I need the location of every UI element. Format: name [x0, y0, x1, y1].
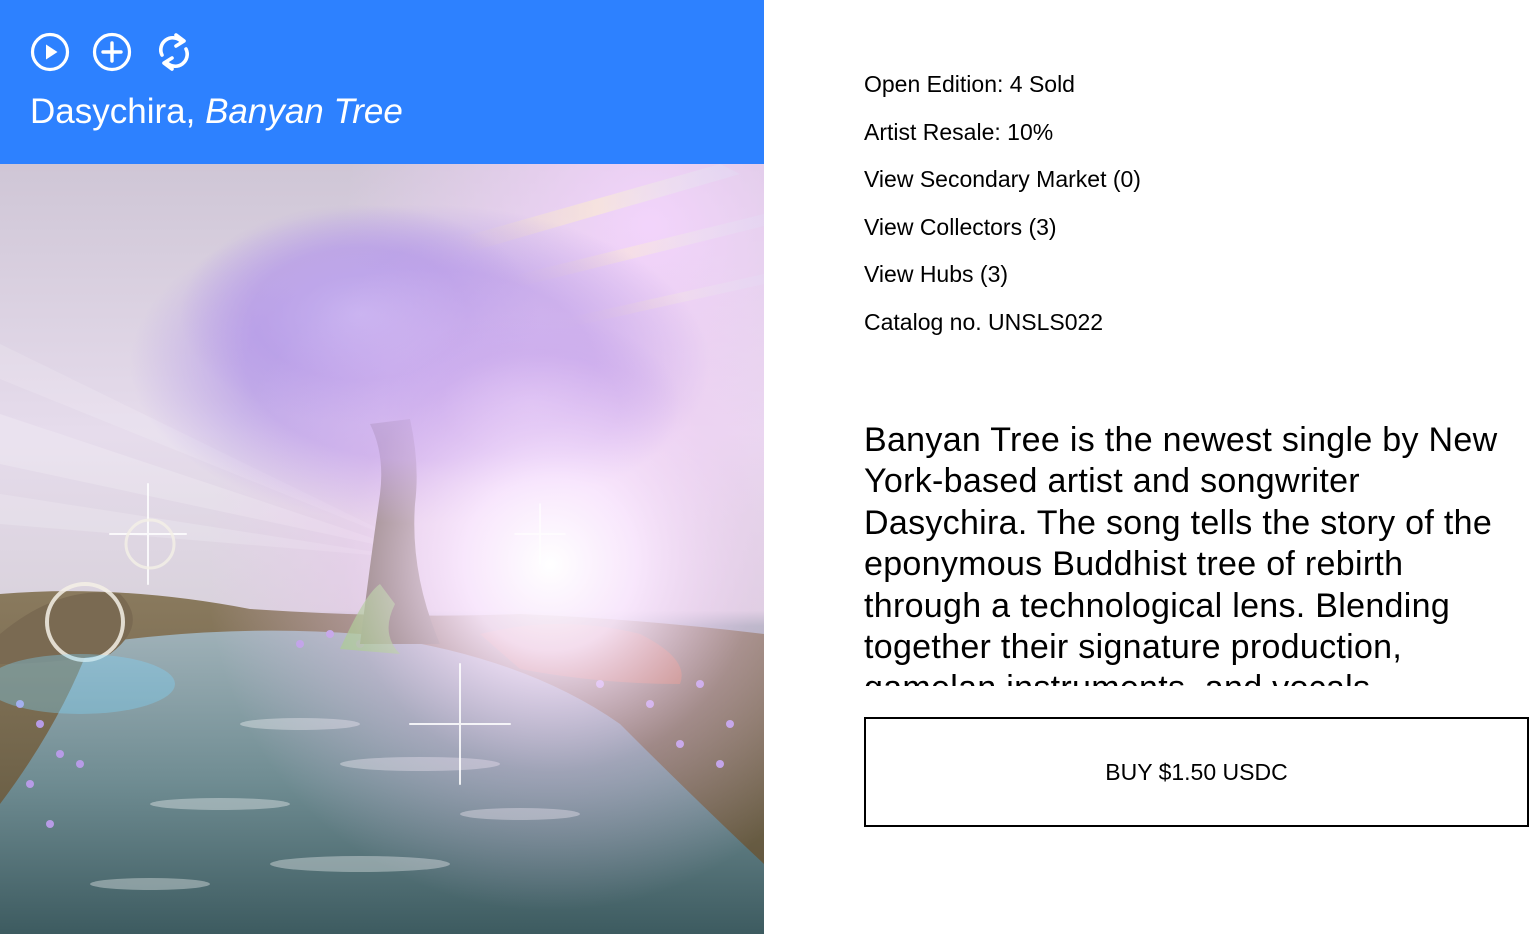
- release-title: Dasychira, Banyan Tree: [30, 92, 403, 132]
- player-controls: [30, 31, 194, 73]
- refresh-button[interactable]: [154, 31, 194, 73]
- artist-name[interactable]: Dasychira: [30, 92, 186, 131]
- release-description: Banyan Tree is the newest single by New …: [864, 421, 1498, 686]
- refresh-icon: [159, 33, 189, 71]
- secondary-market-link[interactable]: View Secondary Market (0): [864, 163, 1141, 211]
- add-to-queue-button[interactable]: [92, 31, 132, 73]
- hubs-link[interactable]: View Hubs (3): [864, 258, 1141, 306]
- buy-button[interactable]: BUY $1.50 USDC: [864, 717, 1529, 827]
- title-separator: ,: [185, 92, 206, 131]
- release-details: Open Edition: 4 Sold Artist Resale: 10% …: [764, 0, 1532, 934]
- collectors-link[interactable]: View Collectors (3): [864, 211, 1141, 259]
- plus-circle-icon: [92, 32, 132, 72]
- release-header: Dasychira, Banyan Tree: [0, 0, 764, 164]
- play-button[interactable]: [30, 31, 70, 73]
- edition-info: Open Edition: 4 Sold: [864, 71, 1075, 97]
- catalog-number: Catalog no. UNSLS022: [864, 308, 1104, 335]
- cover-art-image: [0, 164, 764, 934]
- track-title: Banyan Tree: [205, 92, 403, 131]
- release-panel: Dasychira, Banyan Tree: [0, 0, 764, 934]
- release-meta: Open Edition: 4 Sold Artist Resale: 10% …: [864, 68, 1141, 354]
- artist-resale-info: Artist Resale: 10%: [864, 118, 1054, 145]
- cover-art: [0, 164, 764, 934]
- play-circle-icon: [30, 32, 70, 72]
